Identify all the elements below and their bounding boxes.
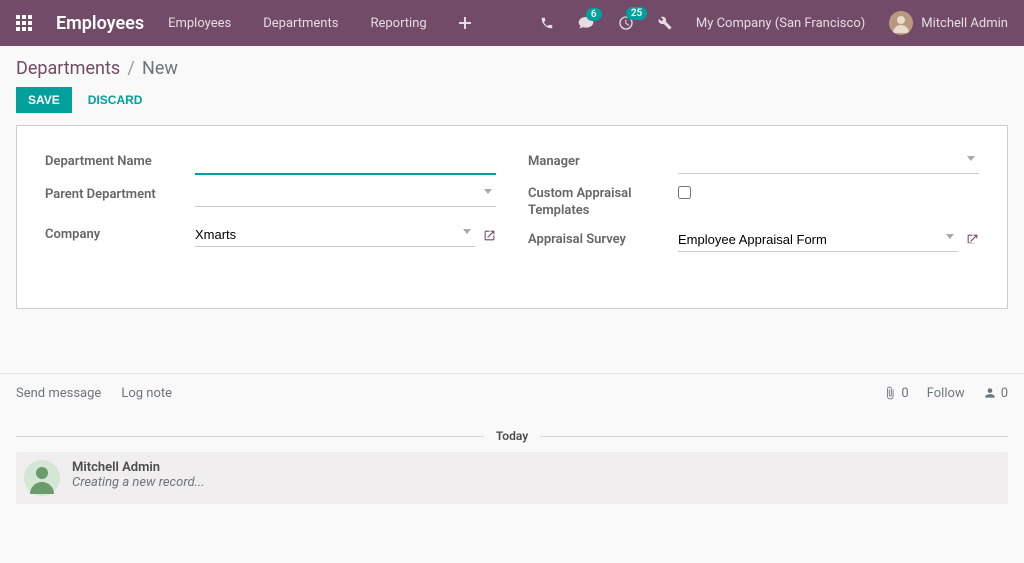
navbar: Employees Employees Departments Reportin…: [0, 0, 1024, 46]
avatar: [889, 11, 913, 35]
attachments-button[interactable]: 0: [883, 386, 908, 401]
activities-button[interactable]: 25: [618, 15, 634, 31]
manager-label: Manager: [528, 150, 678, 169]
username: Mitchell Admin: [921, 16, 1008, 31]
external-link-icon: [966, 233, 979, 246]
nav-item-reporting[interactable]: Reporting: [370, 16, 426, 31]
messages-badge: 6: [586, 8, 602, 21]
log-note-button[interactable]: Log note: [121, 386, 172, 401]
activities-badge: 25: [626, 7, 647, 20]
chatter-date-label: Today: [484, 429, 540, 443]
dept-name-input[interactable]: [195, 150, 496, 175]
messages-button[interactable]: 6: [578, 16, 594, 30]
appraisal-survey-input[interactable]: [678, 228, 958, 252]
nav-menu: Employees Departments Reporting: [168, 16, 427, 31]
external-link-icon: [483, 229, 496, 242]
wrench-icon: [658, 16, 672, 30]
chatter-date-separator: Today: [16, 429, 1008, 444]
debug-button[interactable]: [658, 16, 672, 30]
appraisal-survey-label: Appraisal Survey: [528, 228, 678, 247]
apps-menu[interactable]: [16, 15, 56, 31]
company-selector[interactable]: My Company (San Francisco): [696, 16, 865, 31]
plus-icon: [459, 17, 471, 29]
company-input[interactable]: [195, 223, 475, 247]
chatter: Send message Log note 0 Follow 0 Today M…: [0, 373, 1024, 504]
discard-button[interactable]: DISCARD: [76, 87, 155, 113]
add-menu-button[interactable]: [459, 17, 471, 29]
manager-input[interactable]: [678, 150, 979, 174]
dept-name-label: Department Name: [45, 150, 195, 169]
phone-icon: [540, 16, 554, 30]
breadcrumb-separator: /: [127, 58, 134, 79]
parent-dept-label: Parent Department: [45, 183, 195, 202]
phone-button[interactable]: [540, 16, 554, 30]
company-external-link[interactable]: [483, 229, 496, 242]
avatar-icon: [24, 460, 60, 496]
message-text: Creating a new record...: [72, 475, 205, 490]
company-label: Company: [45, 223, 195, 242]
appraisal-survey-external-link[interactable]: [966, 233, 979, 246]
send-message-button[interactable]: Send message: [16, 386, 101, 401]
nav-item-employees[interactable]: Employees: [168, 16, 231, 31]
form-sheet: Department Name Parent Department Compan…: [16, 125, 1008, 309]
avatar-icon: [889, 11, 913, 35]
followers-count: 0: [1001, 386, 1008, 401]
paperclip-icon: [883, 386, 897, 400]
nav-item-departments[interactable]: Departments: [263, 16, 338, 31]
custom-appraisal-checkbox[interactable]: [678, 186, 691, 199]
brand-title[interactable]: Employees: [56, 13, 144, 34]
breadcrumb: Departments / New: [0, 46, 1024, 87]
attachments-count: 0: [901, 386, 908, 401]
form-actions: SAVE DISCARD: [0, 87, 1024, 125]
follow-button[interactable]: Follow: [927, 386, 965, 401]
message-author: Mitchell Admin: [72, 460, 205, 475]
custom-appraisal-label: Custom Appraisal Templates: [528, 182, 678, 220]
parent-dept-input[interactable]: [195, 183, 496, 207]
breadcrumb-current: New: [142, 58, 178, 79]
followers-button[interactable]: 0: [983, 386, 1008, 401]
user-menu[interactable]: Mitchell Admin: [889, 11, 1008, 35]
save-button[interactable]: SAVE: [16, 87, 72, 113]
message-avatar: [24, 460, 60, 496]
apps-icon: [16, 15, 32, 31]
breadcrumb-parent[interactable]: Departments: [16, 58, 120, 79]
chatter-message: Mitchell Admin Creating a new record...: [16, 452, 1008, 504]
user-icon: [983, 386, 997, 400]
